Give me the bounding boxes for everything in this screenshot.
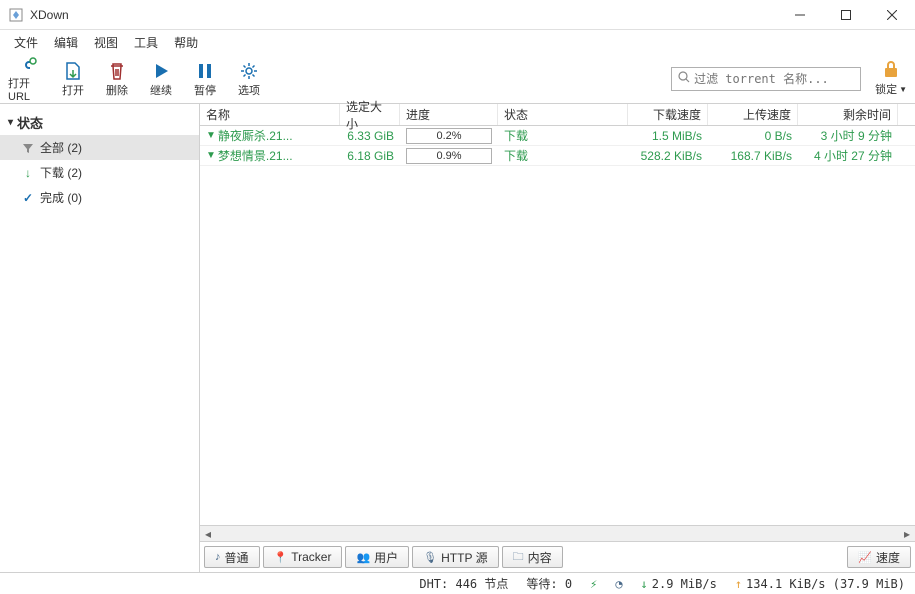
maximize-button[interactable]	[823, 0, 869, 30]
detail-tabs: ♪普通 📍Tracker 👥用户 🎙HTTP 源 🗀内容 📈速度	[200, 542, 915, 572]
toolbar: 打开 URL 打开 删除 继续 暂停 选项 锁定▼	[0, 54, 915, 104]
pin-icon: 📍	[274, 551, 288, 564]
open-url-button[interactable]: 打开 URL	[8, 58, 50, 100]
horizontal-scrollbar[interactable]: ◂ ▸	[200, 525, 915, 541]
play-icon	[152, 60, 170, 82]
progress-bar: 0.2%	[406, 128, 492, 144]
plug-icon: ⚡	[590, 577, 597, 591]
grid-body: ▼静夜厮杀.21... 6.33 GiB 0.2% 下载 1.5 MiB/s 0…	[200, 126, 915, 525]
tab-users[interactable]: 👥用户	[345, 546, 409, 568]
tab-http[interactable]: 🎙HTTP 源	[412, 546, 498, 568]
arrow-down-icon: ↓	[641, 577, 648, 591]
delete-button[interactable]: 删除	[96, 58, 138, 100]
search-input[interactable]	[694, 72, 854, 86]
download-icon: ↓	[20, 166, 36, 180]
sidebar-item-downloading[interactable]: ↓ 下载 (2)	[0, 160, 199, 185]
search-box[interactable]	[671, 67, 861, 91]
window-title: XDown	[30, 8, 777, 22]
resume-button[interactable]: 继续	[140, 58, 182, 100]
menu-view[interactable]: 视图	[86, 31, 126, 54]
menu-file[interactable]: 文件	[6, 31, 46, 54]
download-icon: ▼	[206, 130, 216, 141]
chevron-down-icon: ▾	[8, 117, 13, 128]
scroll-right-icon[interactable]: ▸	[899, 526, 915, 541]
title-bar: XDown	[0, 0, 915, 30]
table-row[interactable]: ▼梦想情景.21... 6.18 GiB 0.9% 下载 528.2 KiB/s…	[200, 146, 915, 166]
menu-tools[interactable]: 工具	[126, 31, 166, 54]
filter-icon	[20, 142, 36, 154]
gauge-icon: ◔	[615, 577, 622, 591]
sidebar: ▾ 状态 全部 (2) ↓ 下载 (2) ✓ 完成 (0)	[0, 104, 200, 572]
folder-icon: 🗀	[513, 548, 524, 567]
sidebar-heading[interactable]: ▾ 状态	[0, 110, 199, 135]
col-progress[interactable]: 进度	[400, 104, 498, 125]
pause-button[interactable]: 暂停	[184, 58, 226, 100]
menu-edit[interactable]: 编辑	[46, 31, 86, 54]
col-status[interactable]: 状态	[498, 104, 628, 125]
col-name[interactable]: 名称	[200, 104, 340, 125]
arrow-up-icon: ↑	[735, 577, 742, 591]
chevron-down-icon: ▼	[899, 85, 907, 94]
col-up[interactable]: 上传速度	[708, 104, 798, 125]
lock-icon	[881, 60, 901, 81]
tab-tracker[interactable]: 📍Tracker	[263, 546, 343, 568]
lock-button[interactable]: 锁定▼	[875, 60, 907, 97]
search-icon	[678, 71, 690, 86]
status-down: ↓2.9 MiB/s	[641, 577, 717, 591]
menu-bar: 文件 编辑 视图 工具 帮助	[0, 30, 915, 54]
users-icon: 👥	[356, 551, 370, 564]
status-dht: DHT: 446 节点	[419, 575, 508, 592]
link-icon	[19, 55, 39, 75]
progress-bar: 0.9%	[406, 148, 492, 164]
file-icon	[64, 60, 82, 82]
chart-icon: 📈	[858, 551, 872, 564]
col-size[interactable]: 选定大小	[340, 104, 400, 125]
mic-icon: 🎙	[423, 551, 437, 564]
pause-icon	[197, 60, 213, 82]
open-button[interactable]: 打开	[52, 58, 94, 100]
status-plug: ⚡	[590, 577, 597, 591]
trash-icon	[108, 60, 126, 82]
status-up: ↑134.1 KiB/s (37.9 MiB)	[735, 577, 905, 591]
note-icon: ♪	[215, 551, 221, 563]
download-icon: ▼	[206, 150, 216, 161]
options-button[interactable]: 选项	[228, 58, 270, 100]
check-icon: ✓	[20, 191, 36, 205]
col-eta[interactable]: 剩余时间	[798, 104, 898, 125]
menu-help[interactable]: 帮助	[166, 31, 206, 54]
col-down[interactable]: 下载速度	[628, 104, 708, 125]
sidebar-item-completed[interactable]: ✓ 完成 (0)	[0, 185, 199, 210]
table-row[interactable]: ▼静夜厮杀.21... 6.33 GiB 0.2% 下载 1.5 MiB/s 0…	[200, 126, 915, 146]
minimize-button[interactable]	[777, 0, 823, 30]
grid-header: 名称 选定大小 进度 状态 下载速度 上传速度 剩余时间	[200, 104, 915, 126]
sidebar-item-all[interactable]: 全部 (2)	[0, 135, 199, 160]
status-wait: 等待: 0	[526, 575, 572, 592]
tab-speed[interactable]: 📈速度	[847, 546, 911, 568]
tab-content[interactable]: 🗀内容	[502, 546, 563, 568]
gear-icon	[239, 60, 259, 82]
scroll-left-icon[interactable]: ◂	[200, 526, 216, 541]
close-button[interactable]	[869, 0, 915, 30]
tab-general[interactable]: ♪普通	[204, 546, 260, 568]
status-bar: DHT: 446 节点 等待: 0 ⚡ ◔ ↓2.9 MiB/s ↑134.1 …	[0, 572, 915, 594]
status-gauge: ◔	[615, 577, 622, 591]
app-icon	[8, 7, 24, 23]
